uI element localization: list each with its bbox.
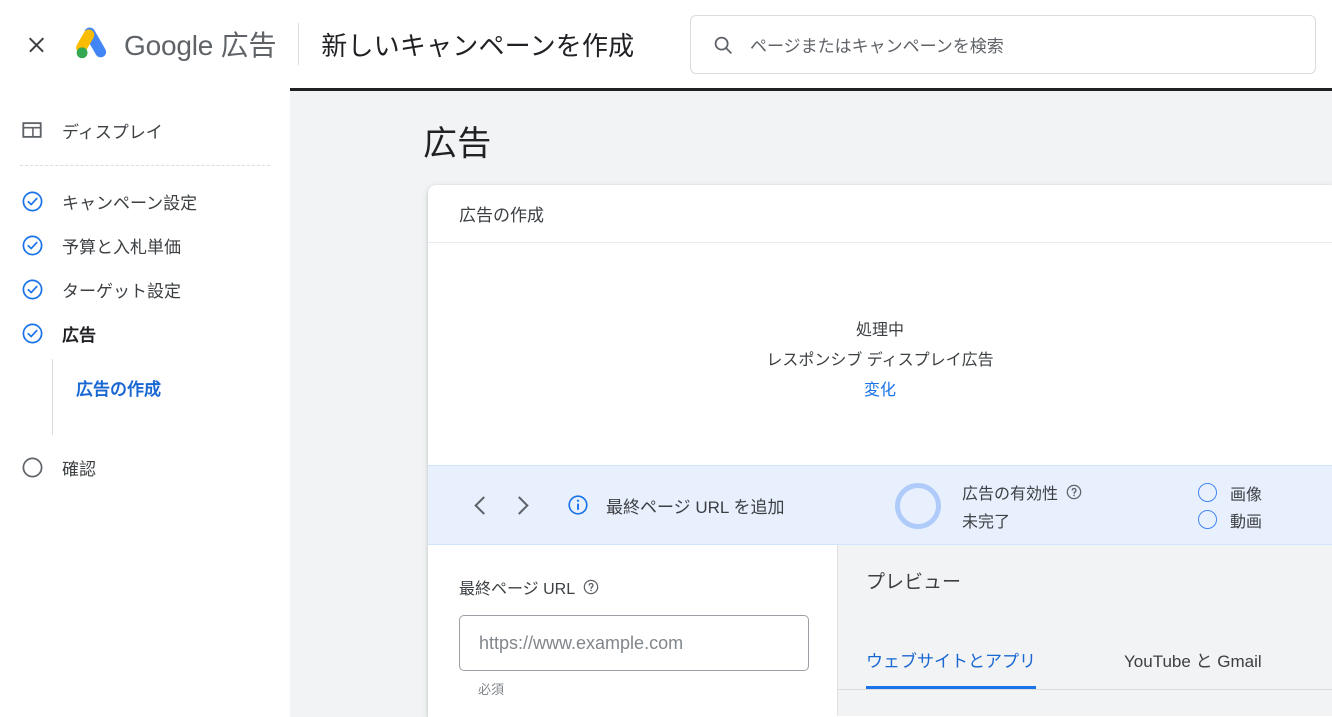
card-lower-section: 最終ページ URL https://www.example.com 必須 プレビ… — [428, 545, 1332, 716]
preview-tabs: ウェブサイトとアプリ YouTube と Gmail — [838, 647, 1332, 689]
final-url-label-row: 最終ページ URL — [459, 575, 837, 599]
sidebar-item-display[interactable]: ディスプレイ — [0, 108, 290, 152]
previous-button[interactable] — [461, 485, 501, 525]
empty-circle-icon — [1198, 510, 1217, 529]
toolbar-message: 最終ページ URL を追加 — [606, 497, 785, 517]
brand-logo[interactable]: Google 広告 — [74, 24, 276, 64]
search-icon — [714, 36, 732, 54]
chevron-left-icon — [473, 495, 493, 515]
ad-status-block: 処理中 レスポンシブ ディスプレイ広告 変化 — [428, 243, 1332, 465]
google-ads-logo-icon — [76, 27, 107, 59]
card-title: 広告の作成 — [428, 185, 1332, 243]
info-circle-icon — [568, 495, 588, 515]
asset-indicator-image[interactable]: 画像 — [1198, 479, 1262, 506]
search-input[interactable]: ページまたはキャンペーンを検索 — [690, 15, 1316, 74]
final-url-form: 最終ページ URL https://www.example.com 必須 — [428, 545, 838, 716]
asset-label: 動画 — [1230, 513, 1263, 531]
ad-strength-toolbar: 最終ページ URL を追加 広告の有効性 未完了 画像 動画 — [428, 465, 1332, 545]
sidebar-item-budget-bidding[interactable]: 予算と入札単価 — [0, 223, 290, 267]
processing-status: 処理中 — [855, 322, 904, 339]
effectiveness-label: 広告の有効性 — [962, 486, 1059, 503]
check-circle-icon — [20, 189, 44, 213]
sidebar-item-label: 確認 — [62, 459, 96, 479]
final-url-label: 最終ページ URL — [459, 581, 576, 598]
chevron-right-icon — [509, 495, 529, 515]
preview-panel: プレビュー ウェブサイトとアプリ YouTube と Gmail — [838, 545, 1332, 716]
next-button[interactable] — [501, 485, 541, 525]
app-header: Google 広告 新しいキャンペーンを作成 ページまたはキャンペーンを検索 — [0, 0, 1332, 88]
check-circle-icon — [20, 233, 44, 257]
asset-indicator-video[interactable]: 動画 — [1198, 506, 1262, 533]
sidebar-subnav: 広告の作成 — [0, 355, 290, 445]
required-note: 必須 — [478, 682, 505, 697]
final-url-input[interactable]: https://www.example.com — [459, 615, 809, 671]
sidebar-divider — [20, 165, 270, 166]
sidebar-item-targeting[interactable]: ターゲット設定 — [0, 267, 290, 311]
help-circle-icon[interactable] — [1066, 484, 1082, 500]
tab-youtube-and-gmail[interactable]: YouTube と Gmail — [1124, 647, 1262, 689]
main-content: 広告 広告の作成 処理中 レスポンシブ ディスプレイ広告 変化 最終ページ UR… — [290, 88, 1332, 717]
change-ad-type-link[interactable]: 変化 — [864, 376, 896, 406]
sidebar-item-review[interactable]: 確認 — [0, 445, 290, 489]
page-title: 新しいキャンペーンを作成 — [321, 30, 635, 61]
empty-circle-icon — [1198, 483, 1217, 502]
create-ad-card: 広告の作成 処理中 レスポンシブ ディスプレイ広告 変化 最終ページ URL を… — [428, 185, 1332, 717]
asset-label: 画像 — [1230, 486, 1263, 504]
tab-website-and-apps[interactable]: ウェブサイトとアプリ — [866, 647, 1036, 689]
ad-type-label: レスポンシブ ディスプレイ広告 — [766, 352, 994, 369]
empty-circle-icon — [20, 455, 44, 479]
effectiveness-ring-icon — [895, 483, 941, 529]
header-divider — [298, 23, 300, 65]
sidebar-item-label: ディスプレイ — [62, 122, 163, 142]
sidebar-item-create-ad[interactable]: 広告の作成 — [76, 375, 161, 400]
display-layout-icon — [20, 118, 44, 142]
preview-tabs-underline — [838, 689, 1332, 690]
sidebar-item-label: キャンペーン設定 — [62, 193, 198, 213]
final-url-placeholder: https://www.example.com — [479, 632, 684, 653]
check-circle-icon — [20, 277, 44, 301]
close-icon — [27, 35, 46, 54]
sidebar-nav: ディスプレイ キャンペーン設定 予算と入札単価 ターゲット設定 広告 広告の作成… — [0, 88, 290, 717]
content-top-rule — [290, 88, 1332, 91]
sidebar-item-label: ターゲット設定 — [62, 281, 181, 301]
sidebar-item-campaign-settings[interactable]: キャンペーン設定 — [0, 179, 290, 223]
search-placeholder: ページまたはキャンペーンを検索 — [750, 37, 1004, 56]
close-button[interactable] — [12, 20, 60, 68]
brand-name: Google 広告 — [124, 30, 277, 61]
check-circle-icon — [20, 321, 44, 345]
subnav-connector-line — [52, 359, 53, 435]
asset-indicators: 画像 動画 — [1198, 466, 1332, 546]
sidebar-item-label: 予算と入札単価 — [62, 237, 181, 257]
content-heading: 広告 — [423, 125, 492, 163]
sidebar-item-label: 広告 — [62, 325, 96, 345]
effectiveness-value: 未完了 — [962, 514, 1011, 531]
sidebar-item-ads[interactable]: 広告 — [0, 311, 290, 355]
ad-effectiveness: 広告の有効性 未完了 — [895, 466, 1082, 546]
help-circle-icon[interactable] — [583, 579, 599, 595]
preview-title: プレビュー — [866, 572, 962, 593]
